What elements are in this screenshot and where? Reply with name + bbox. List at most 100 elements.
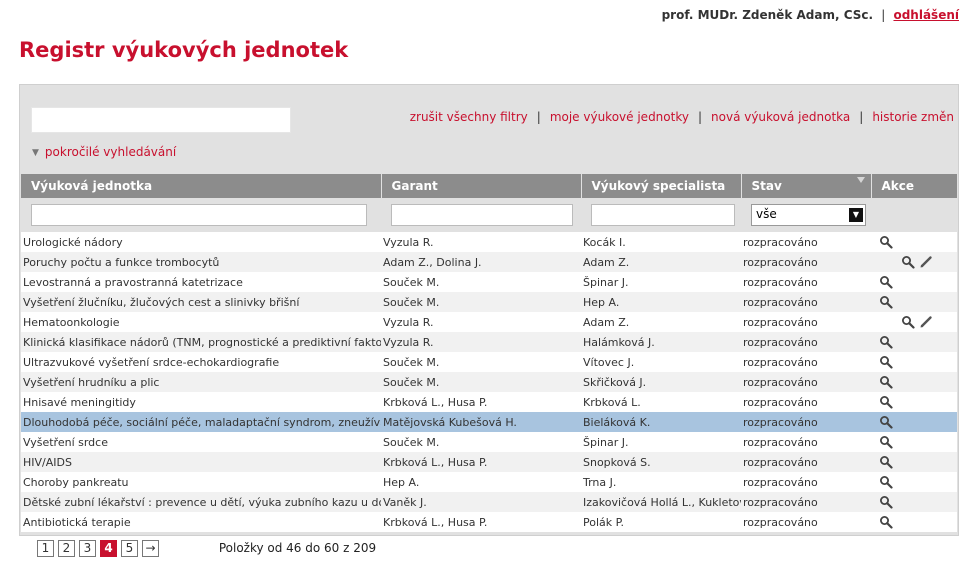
filter-garant-input[interactable] <box>391 204 574 226</box>
magnifier-icon[interactable] <box>879 475 893 489</box>
pencil-icon[interactable] <box>919 315 933 329</box>
cell-garant: Krbková L., Husa P. <box>381 512 581 532</box>
cell-specialist: Hep A. <box>581 292 741 312</box>
magnifier-icon[interactable] <box>879 435 893 449</box>
change-history-link[interactable]: historie změn <box>872 110 954 124</box>
status-filter-value: vše <box>756 207 777 221</box>
cell-status: rozpracováno <box>741 332 871 352</box>
page-button[interactable]: 2 <box>58 540 75 557</box>
cell-actions <box>871 512 957 532</box>
cell-status: rozpracováno <box>741 472 871 492</box>
table-row[interactable]: Klinická klasifikace nádorů (TNM, progno… <box>21 332 957 352</box>
cell-actions <box>871 232 957 252</box>
magnifier-icon[interactable] <box>879 455 893 469</box>
action-links: zrušit všechny filtry | moje výukové jedno… <box>409 110 954 124</box>
cell-actions <box>871 452 957 472</box>
page-button[interactable]: 4 <box>100 540 117 557</box>
cell-garant: Vyzula R. <box>381 332 581 352</box>
units-table: Výuková jednotka Garant Výukový speciali… <box>21 174 957 532</box>
table-row[interactable]: Ultrazvukové vyšetření srdce-echokardiog… <box>21 352 957 372</box>
cell-specialist: Snopková S. <box>581 452 741 472</box>
cell-garant: Souček M. <box>381 352 581 372</box>
table-row[interactable]: HIV/AIDS Krbková L., Husa P. Snopková S. ro… <box>21 452 957 472</box>
page-button[interactable]: 3 <box>79 540 96 557</box>
col-header-garant[interactable]: Garant <box>381 174 582 198</box>
cell-status: rozpracováno <box>741 432 871 452</box>
cell-status: rozpracováno <box>741 292 871 312</box>
magnifier-icon[interactable] <box>879 415 893 429</box>
table-row[interactable]: Antibiotická terapie Krbková L., Husa P. P… <box>21 512 957 532</box>
magnifier-icon[interactable] <box>879 515 893 529</box>
cell-actions <box>871 472 957 492</box>
cell-garant: Krbková L., Husa P. <box>381 392 581 412</box>
col-header-specialist[interactable]: Výukový specialista <box>581 174 742 198</box>
magnifier-icon[interactable] <box>879 355 893 369</box>
next-page-button[interactable]: → <box>142 540 159 557</box>
cell-specialist: Polák P. <box>581 512 741 532</box>
cell-specialist: Izakovičová Hollá L., Kukletová M. <box>581 492 741 512</box>
table-row[interactable]: Poruchy počtu a funkce trombocytů Adam Z.… <box>21 252 957 272</box>
advanced-search-toggle[interactable]: ▼ pokročilé vyhledávání <box>32 145 176 159</box>
magnifier-icon[interactable] <box>879 235 893 249</box>
cell-actions <box>871 252 957 272</box>
table-row[interactable]: Hematoonkologie Vyzula R. Adam Z. rozpracov… <box>21 312 957 332</box>
user-separator: | <box>881 8 886 22</box>
cell-garant: Vaněk J. <box>381 492 581 512</box>
cell-specialist: Halámková J. <box>581 332 741 352</box>
cell-status: rozpracováno <box>741 412 871 432</box>
filter-panel: zrušit všechny filtry | moje výukové jedno… <box>19 84 959 536</box>
cell-specialist: Skřičková J. <box>581 372 741 392</box>
cell-garant: Souček M. <box>381 272 581 292</box>
table-row[interactable]: Dlouhodobá péče, sociální péče, maladapt… <box>21 412 957 432</box>
table-row[interactable]: Choroby pankreatu Hep A. Trna J. rozpracová… <box>21 472 957 492</box>
my-units-link[interactable]: moje výukové jednotky <box>550 110 689 124</box>
table-row[interactable]: Hnisavé meningitidy Krbková L., Husa P. Kr… <box>21 392 957 412</box>
table-row[interactable]: Levostranná a pravostranná katetrizace So… <box>21 272 957 292</box>
col-header-actions: Akce <box>871 174 957 198</box>
page-button[interactable]: 5 <box>121 540 138 557</box>
new-unit-link[interactable]: nová výuková jednotka <box>711 110 850 124</box>
magnifier-icon[interactable] <box>879 335 893 349</box>
table-row[interactable]: Vyšetření žlučníku, žlučových cest a sli… <box>21 292 957 312</box>
logout-link[interactable]: odhlášení <box>893 8 959 22</box>
cell-actions <box>871 332 957 352</box>
magnifier-icon[interactable] <box>901 255 915 269</box>
cell-garant: Hep A. <box>381 472 581 492</box>
cell-specialist: Adam Z. <box>581 312 741 332</box>
cell-specialist: Vítovec J. <box>581 352 741 372</box>
table-row[interactable]: Vyšetření srdce Souček M. Špinar J. rozprac… <box>21 432 957 452</box>
cell-unit: Vyšetření hrudníku a plic <box>21 372 381 392</box>
cell-status: rozpracováno <box>741 352 871 372</box>
cell-garant: Adam Z., Dolina J. <box>381 252 581 272</box>
cell-actions <box>871 312 957 332</box>
table-row[interactable]: Urologické nádory Vyzula R. Kocák I. rozpra… <box>21 232 957 252</box>
user-bar: prof. MUDr. Zdeněk Adam, CSc. | odhlášen… <box>662 8 959 22</box>
cell-unit: Dětské zubní lékařství : prevence u dětí… <box>21 492 381 512</box>
cell-status: rozpracováno <box>741 232 871 252</box>
magnifier-icon[interactable] <box>879 495 893 509</box>
magnifier-icon[interactable] <box>879 295 893 309</box>
filter-row: vše ▼ <box>21 198 957 232</box>
magnifier-icon[interactable] <box>901 315 915 329</box>
magnifier-icon[interactable] <box>879 395 893 409</box>
page-button[interactable]: 1 <box>37 540 54 557</box>
cell-garant: Souček M. <box>381 432 581 452</box>
magnifier-icon[interactable] <box>879 275 893 289</box>
clear-filters-link[interactable]: zrušit všechny filtry <box>410 110 528 124</box>
cell-specialist: Špinar J. <box>581 432 741 452</box>
cell-unit: Hematoonkologie <box>21 312 381 332</box>
search-input[interactable] <box>31 107 291 133</box>
table-row[interactable]: Dětské zubní lékařství : prevence u dětí… <box>21 492 957 512</box>
pagination: 1 2 3 4 5 → Položky od 46 do 60 z 209 <box>37 540 376 560</box>
sort-triangle-icon[interactable] <box>856 177 865 183</box>
filter-unit-input[interactable] <box>31 204 367 226</box>
filter-specialist-input[interactable] <box>591 204 735 226</box>
pencil-icon[interactable] <box>919 255 933 269</box>
cell-status: rozpracováno <box>741 252 871 272</box>
status-filter-select[interactable]: vše ▼ <box>751 204 866 226</box>
col-header-status[interactable]: Stav <box>741 174 872 198</box>
cell-actions <box>871 352 957 372</box>
table-row[interactable]: Vyšetření hrudníku a plic Souček M. Skřičk… <box>21 372 957 392</box>
magnifier-icon[interactable] <box>879 375 893 389</box>
col-header-unit[interactable]: Výuková jednotka <box>21 174 382 198</box>
